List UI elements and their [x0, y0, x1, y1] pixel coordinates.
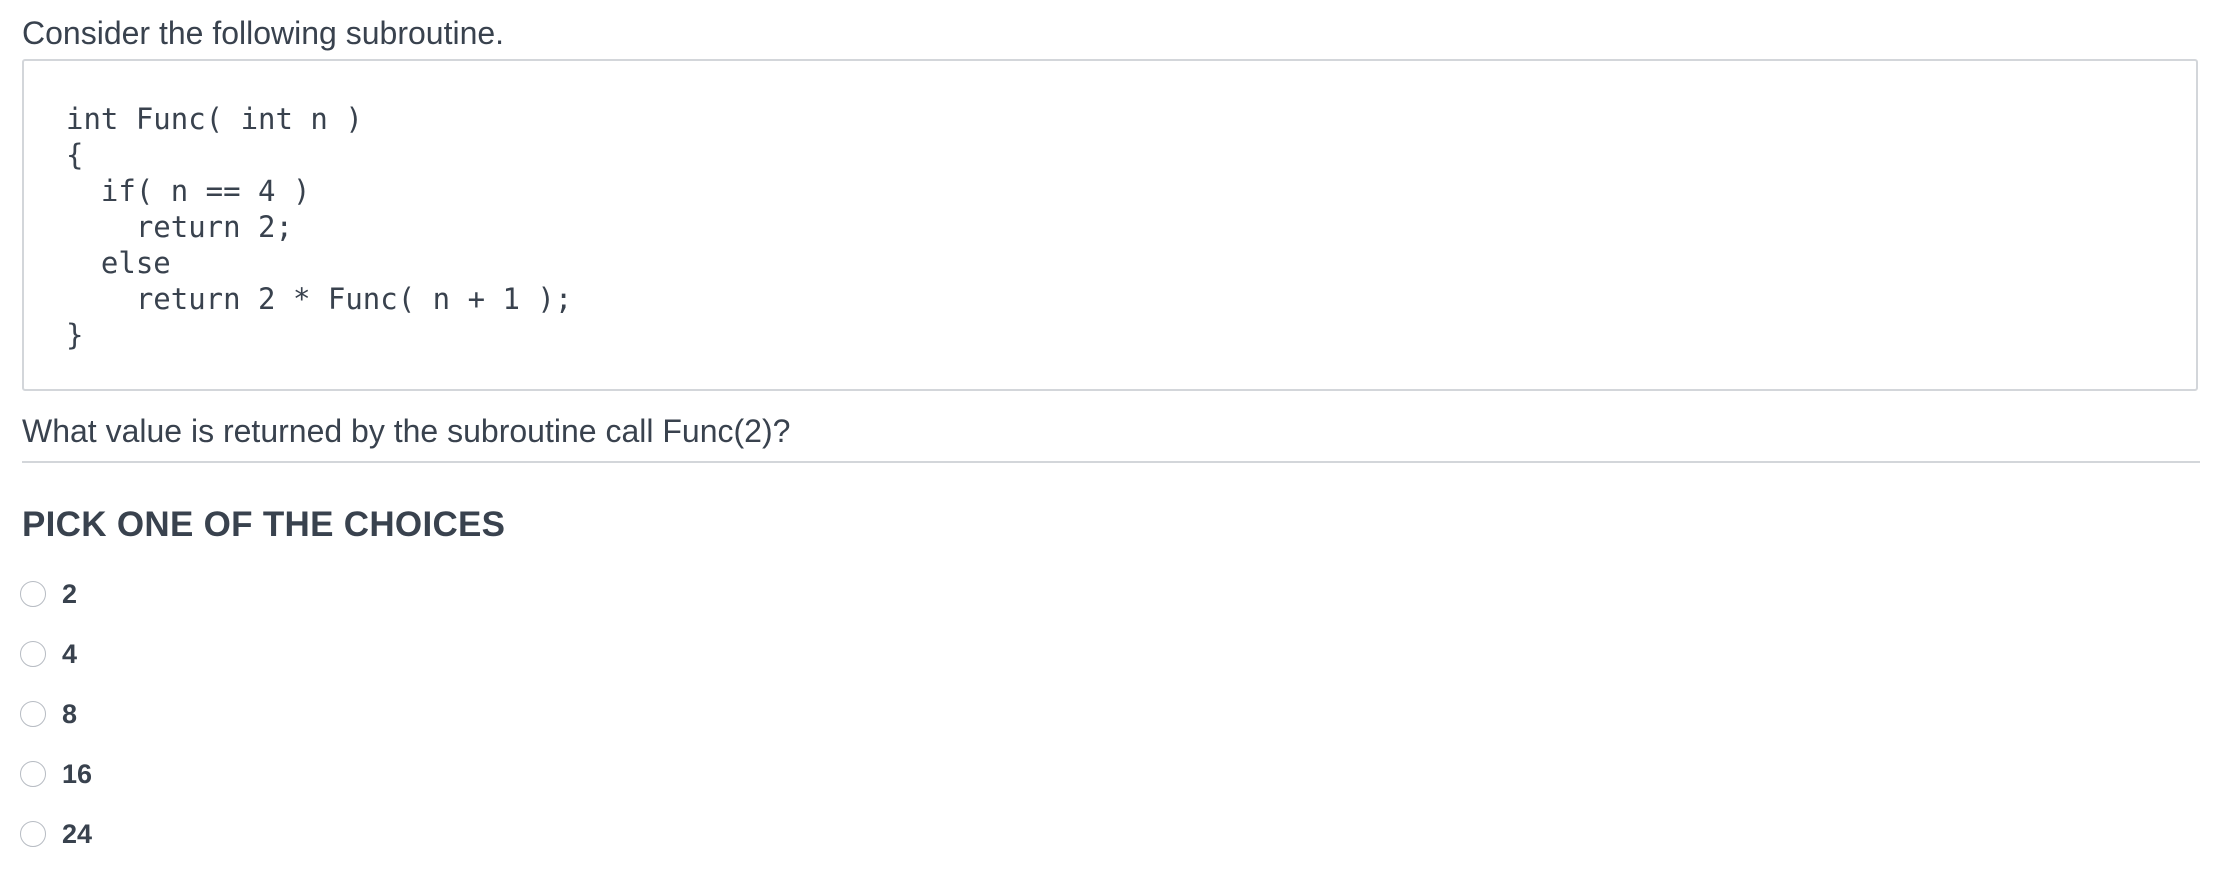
choice-label[interactable]: 4: [62, 639, 77, 669]
choices-heading: PICK ONE OF THE CHOICES: [22, 505, 506, 544]
choice-label[interactable]: 24: [62, 819, 92, 849]
code-line: int Func( int n ): [66, 102, 363, 136]
code-text: int Func( int n ) { if( n == 4 ) return …: [66, 101, 2156, 353]
choice-label[interactable]: 2: [62, 579, 77, 609]
code-block: int Func( int n ) { if( n == 4 ) return …: [22, 59, 2198, 391]
choice-option[interactable]: 4: [20, 624, 2200, 684]
code-line: return 2;: [66, 210, 293, 244]
choice-option[interactable]: 8: [20, 684, 2200, 744]
radio-button[interactable]: [20, 761, 46, 787]
code-line: if( n == 4 ): [66, 174, 311, 208]
choices-list: 2 4 8 16 24: [20, 546, 2200, 864]
code-line: {: [66, 138, 84, 172]
question-prompt: What value is returned by the subroutine…: [22, 413, 791, 449]
question-intro: Consider the following subroutine.: [22, 15, 505, 51]
radio-button[interactable]: [20, 701, 46, 727]
code-line: return 2 * Func( n + 1 );: [66, 282, 573, 316]
radio-button[interactable]: [20, 581, 46, 607]
code-line: }: [66, 318, 84, 352]
code-line: else: [66, 246, 171, 280]
question-container: Consider the following subroutine. int F…: [20, 0, 2200, 864]
choice-option[interactable]: 2: [20, 564, 2200, 624]
radio-button[interactable]: [20, 821, 46, 847]
radio-button[interactable]: [20, 641, 46, 667]
choice-label[interactable]: 16: [62, 759, 92, 789]
choice-option[interactable]: 16: [20, 744, 2200, 804]
choice-option[interactable]: 24: [20, 804, 2200, 864]
choice-label[interactable]: 8: [62, 699, 77, 729]
